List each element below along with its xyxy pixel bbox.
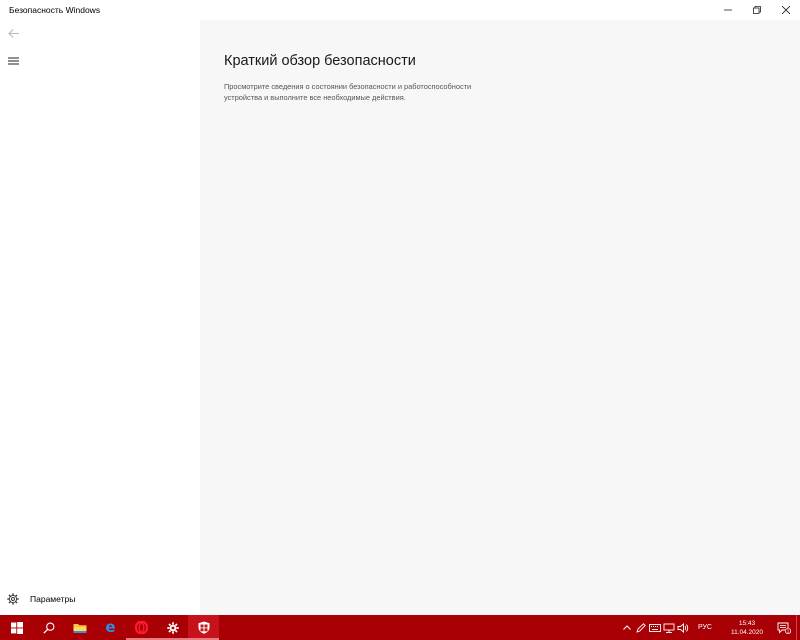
windows-security-icon bbox=[198, 621, 209, 634]
network-button[interactable] bbox=[662, 615, 676, 640]
notification-icon: 1 bbox=[777, 622, 791, 634]
taskbar-apps: e bbox=[0, 615, 219, 640]
window-controls bbox=[713, 0, 800, 20]
page-title: Краткий обзор безопасности bbox=[224, 53, 416, 69]
input-language-indicator[interactable]: РУС bbox=[690, 624, 722, 631]
settings-icon bbox=[166, 621, 179, 634]
touch-keyboard-button[interactable] bbox=[648, 615, 662, 640]
minimize-icon bbox=[723, 9, 732, 11]
app-window: Безопасность Windows Параметры Краткий о… bbox=[0, 0, 800, 615]
minimize-button[interactable] bbox=[713, 0, 742, 20]
keyboard-icon bbox=[649, 623, 661, 632]
settings-app-button[interactable] bbox=[157, 615, 188, 640]
search-button[interactable] bbox=[33, 615, 64, 640]
page-description: Просмотрите сведения о состоянии безопас… bbox=[224, 82, 472, 102]
back-arrow-icon bbox=[7, 28, 19, 38]
start-button[interactable] bbox=[0, 615, 33, 640]
settings-nav-item[interactable]: Параметры bbox=[0, 588, 200, 612]
opera-button[interactable] bbox=[126, 615, 157, 640]
close-icon bbox=[781, 6, 790, 14]
volume-button[interactable] bbox=[676, 615, 690, 640]
back-button[interactable] bbox=[6, 26, 20, 40]
show-hidden-icons-button[interactable] bbox=[620, 615, 634, 640]
network-icon bbox=[663, 623, 675, 633]
windows-security-button[interactable] bbox=[188, 615, 219, 640]
clock-date: 11.04.2020 bbox=[730, 628, 764, 636]
system-tray: РУС 15:43 11.04.2020 1 bbox=[620, 615, 800, 640]
chevron-up-icon bbox=[623, 625, 631, 630]
edge-icon: e bbox=[105, 618, 116, 636]
action-center-button[interactable]: 1 bbox=[772, 615, 796, 640]
clock[interactable]: 15:43 11.04.2020 bbox=[722, 615, 772, 640]
opera-icon bbox=[135, 621, 148, 634]
windows-start-icon bbox=[10, 621, 23, 634]
title-bar[interactable]: Безопасность Windows bbox=[0, 0, 800, 20]
file-explorer-button[interactable] bbox=[64, 615, 95, 640]
search-icon bbox=[42, 622, 54, 634]
restore-icon bbox=[752, 6, 761, 14]
hamburger-menu-icon bbox=[7, 57, 19, 65]
clock-time: 15:43 bbox=[738, 619, 756, 627]
edge-button[interactable]: e bbox=[95, 615, 126, 640]
settings-label: Параметры bbox=[30, 594, 76, 604]
maximize-button[interactable] bbox=[742, 0, 771, 20]
taskbar: e РУС 15:43 11.04.2020 1 bbox=[0, 615, 800, 640]
file-explorer-icon bbox=[73, 623, 86, 633]
navigation-pane: Параметры bbox=[0, 20, 200, 615]
main-content: Краткий обзор безопасности Просмотрите с… bbox=[200, 20, 800, 615]
hamburger-menu-button[interactable] bbox=[6, 54, 20, 68]
pen-workspace-button[interactable] bbox=[634, 615, 648, 640]
pen-icon bbox=[636, 622, 646, 633]
gear-icon bbox=[6, 592, 20, 606]
volume-icon bbox=[677, 622, 689, 633]
show-desktop-button[interactable] bbox=[796, 615, 800, 640]
window-title: Безопасность Windows bbox=[9, 5, 101, 15]
close-button[interactable] bbox=[771, 0, 800, 20]
